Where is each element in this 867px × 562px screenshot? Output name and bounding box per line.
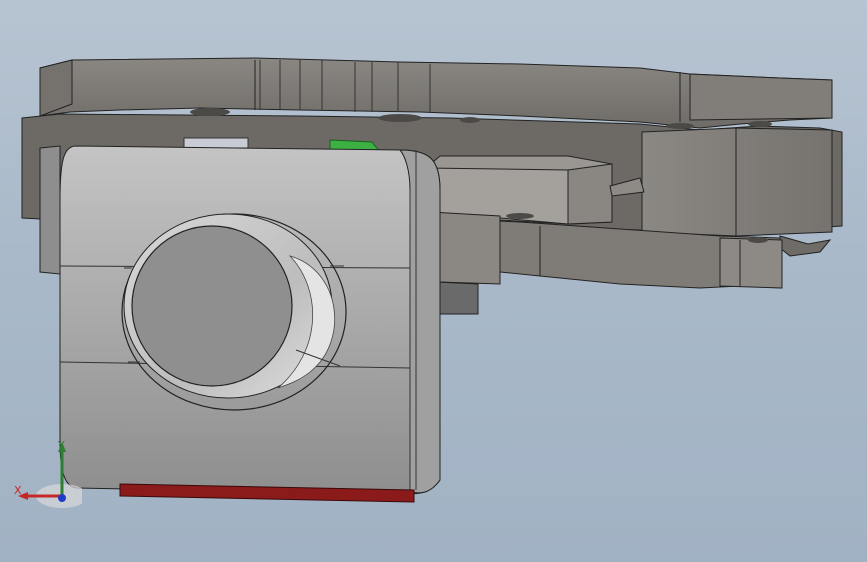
cad-model[interactable] (0, 0, 867, 562)
coordinate-triad: X Y (14, 439, 82, 508)
z-axis-dot (58, 494, 66, 502)
y-axis-label: Y (57, 439, 65, 452)
x-axis-label: X (14, 484, 22, 497)
3d-viewport[interactable]: X Y (0, 0, 867, 562)
